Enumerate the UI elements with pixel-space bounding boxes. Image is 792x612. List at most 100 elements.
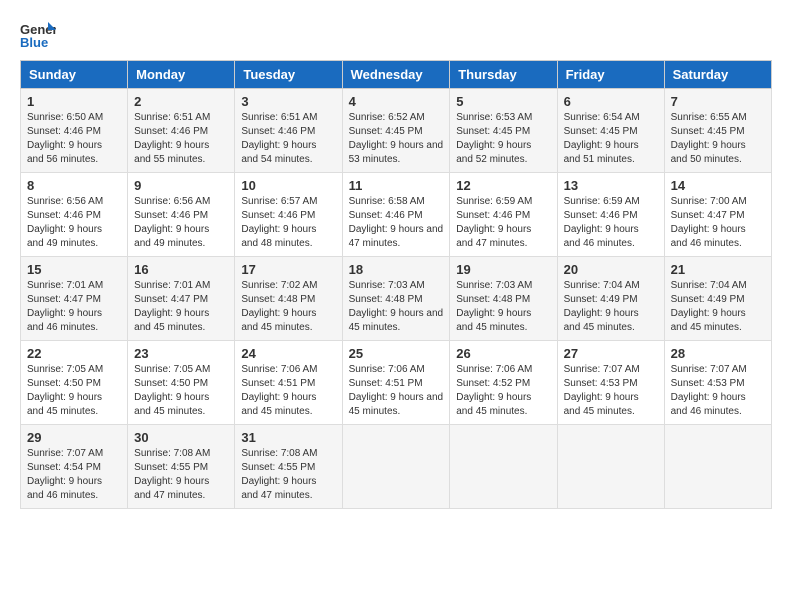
- day-info: Sunrise: 7:03 AMSunset: 4:48 PMDaylight:…: [456, 279, 550, 335]
- day-number: 5: [456, 94, 550, 109]
- calendar-week-row: 22Sunrise: 7:05 AMSunset: 4:50 PMDayligh…: [21, 341, 772, 425]
- logo-icon: General Blue: [20, 20, 56, 50]
- day-info: Sunrise: 7:04 AMSunset: 4:49 PMDaylight:…: [564, 279, 658, 335]
- calendar-weekday-header: Monday: [128, 61, 235, 89]
- day-info: Sunrise: 7:06 AMSunset: 4:51 PMDaylight:…: [349, 363, 444, 419]
- day-number: 13: [564, 178, 658, 193]
- day-number: 16: [134, 262, 228, 277]
- calendar-day-cell: 10 Sunrise: 6:57 AMSunset: 4:46 PMDayligh…: [235, 173, 342, 257]
- day-info: Sunrise: 6:51 AMSunset: 4:46 PMDaylight:…: [134, 111, 228, 167]
- calendar-weekday-header: Wednesday: [342, 61, 450, 89]
- calendar-day-cell: [664, 425, 771, 509]
- calendar-day-cell: 20 Sunrise: 7:04 AMSunset: 4:49 PMDayligh…: [557, 257, 664, 341]
- calendar-day-cell: 26 Sunrise: 7:06 AMSunset: 4:52 PMDayligh…: [450, 341, 557, 425]
- calendar-body: 1 Sunrise: 6:50 AMSunset: 4:46 PMDaylight…: [21, 89, 772, 509]
- calendar-day-cell: 16 Sunrise: 7:01 AMSunset: 4:47 PMDayligh…: [128, 257, 235, 341]
- day-info: Sunrise: 6:52 AMSunset: 4:45 PMDaylight:…: [349, 111, 444, 167]
- day-number: 8: [27, 178, 121, 193]
- day-info: Sunrise: 7:04 AMSunset: 4:49 PMDaylight:…: [671, 279, 765, 335]
- calendar-day-cell: 28Sunrise: 7:07 AMSunset: 4:53 PMDayligh…: [664, 341, 771, 425]
- calendar-day-cell: 27 Sunrise: 7:07 AMSunset: 4:53 PMDayligh…: [557, 341, 664, 425]
- day-number: 31: [241, 430, 335, 445]
- calendar-week-row: 15 Sunrise: 7:01 AMSunset: 4:47 PMDayligh…: [21, 257, 772, 341]
- day-number: 1: [27, 94, 121, 109]
- day-info: Sunrise: 6:54 AMSunset: 4:45 PMDaylight:…: [564, 111, 658, 167]
- page-header: General Blue: [20, 20, 772, 50]
- day-info: Sunrise: 6:59 AMSunset: 4:46 PMDaylight:…: [456, 195, 550, 251]
- day-number: 25: [349, 346, 444, 361]
- day-info: Sunrise: 6:51 AMSunset: 4:46 PMDaylight:…: [241, 111, 335, 167]
- day-info: Sunrise: 6:50 AMSunset: 4:46 PMDaylight:…: [27, 111, 121, 167]
- calendar-day-cell: 8 Sunrise: 6:56 AMSunset: 4:46 PMDaylight…: [21, 173, 128, 257]
- day-info: Sunrise: 7:08 AMSunset: 4:55 PMDaylight:…: [241, 447, 335, 503]
- day-number: 27: [564, 346, 658, 361]
- day-number: 2: [134, 94, 228, 109]
- day-number: 9: [134, 178, 228, 193]
- day-info: Sunrise: 7:03 AMSunset: 4:48 PMDaylight:…: [349, 279, 444, 335]
- day-number: 23: [134, 346, 228, 361]
- calendar-day-cell: [450, 425, 557, 509]
- day-number: 20: [564, 262, 658, 277]
- calendar-weekday-header: Friday: [557, 61, 664, 89]
- day-number: 30: [134, 430, 228, 445]
- day-number: 12: [456, 178, 550, 193]
- day-number: 14: [671, 178, 765, 193]
- svg-text:Blue: Blue: [20, 35, 48, 50]
- calendar-day-cell: 21 Sunrise: 7:04 AMSunset: 4:49 PMDayligh…: [664, 257, 771, 341]
- day-number: 17: [241, 262, 335, 277]
- day-number: 18: [349, 262, 444, 277]
- calendar-weekday-header: Tuesday: [235, 61, 342, 89]
- calendar-weekday-header: Sunday: [21, 61, 128, 89]
- calendar-day-cell: 30Sunrise: 7:08 AMSunset: 4:55 PMDayligh…: [128, 425, 235, 509]
- calendar-day-cell: 13 Sunrise: 6:59 AMSunset: 4:46 PMDayligh…: [557, 173, 664, 257]
- day-number: 26: [456, 346, 550, 361]
- calendar-week-row: 1 Sunrise: 6:50 AMSunset: 4:46 PMDaylight…: [21, 89, 772, 173]
- day-number: 15: [27, 262, 121, 277]
- calendar-day-cell: 12 Sunrise: 6:59 AMSunset: 4:46 PMDayligh…: [450, 173, 557, 257]
- calendar-day-cell: 4 Sunrise: 6:52 AMSunset: 4:45 PMDaylight…: [342, 89, 450, 173]
- day-info: Sunrise: 7:07 AMSunset: 4:53 PMDaylight:…: [564, 363, 658, 419]
- day-number: 29: [27, 430, 121, 445]
- calendar-day-cell: 6 Sunrise: 6:54 AMSunset: 4:45 PMDaylight…: [557, 89, 664, 173]
- day-info: Sunrise: 7:06 AMSunset: 4:51 PMDaylight:…: [241, 363, 335, 419]
- day-number: 11: [349, 178, 444, 193]
- calendar-day-cell: 29 Sunrise: 7:07 AMSunset: 4:54 PMDayligh…: [21, 425, 128, 509]
- calendar-day-cell: 2 Sunrise: 6:51 AMSunset: 4:46 PMDaylight…: [128, 89, 235, 173]
- calendar-day-cell: [557, 425, 664, 509]
- day-info: Sunrise: 6:56 AMSunset: 4:46 PMDaylight:…: [134, 195, 228, 251]
- day-info: Sunrise: 6:59 AMSunset: 4:46 PMDaylight:…: [564, 195, 658, 251]
- day-number: 19: [456, 262, 550, 277]
- calendar-day-cell: 23Sunrise: 7:05 AMSunset: 4:50 PMDayligh…: [128, 341, 235, 425]
- calendar-day-cell: 17Sunrise: 7:02 AMSunset: 4:48 PMDayligh…: [235, 257, 342, 341]
- calendar-day-cell: 14 Sunrise: 7:00 AMSunset: 4:47 PMDayligh…: [664, 173, 771, 257]
- calendar-header-row: SundayMondayTuesdayWednesdayThursdayFrid…: [21, 61, 772, 89]
- day-info: Sunrise: 7:01 AMSunset: 4:47 PMDaylight:…: [134, 279, 228, 335]
- day-number: 10: [241, 178, 335, 193]
- day-number: 21: [671, 262, 765, 277]
- calendar-day-cell: 22Sunrise: 7:05 AMSunset: 4:50 PMDayligh…: [21, 341, 128, 425]
- calendar-day-cell: 5Sunrise: 6:53 AMSunset: 4:45 PMDaylight…: [450, 89, 557, 173]
- day-number: 4: [349, 94, 444, 109]
- calendar-week-row: 8 Sunrise: 6:56 AMSunset: 4:46 PMDaylight…: [21, 173, 772, 257]
- calendar-day-cell: 15 Sunrise: 7:01 AMSunset: 4:47 PMDayligh…: [21, 257, 128, 341]
- day-info: Sunrise: 6:56 AMSunset: 4:46 PMDaylight:…: [27, 195, 121, 251]
- day-info: Sunrise: 7:06 AMSunset: 4:52 PMDaylight:…: [456, 363, 550, 419]
- day-number: 7: [671, 94, 765, 109]
- calendar-day-cell: 18 Sunrise: 7:03 AMSunset: 4:48 PMDayligh…: [342, 257, 450, 341]
- day-info: Sunrise: 6:57 AMSunset: 4:46 PMDaylight:…: [241, 195, 335, 251]
- day-info: Sunrise: 7:01 AMSunset: 4:47 PMDaylight:…: [27, 279, 121, 335]
- day-info: Sunrise: 6:55 AMSunset: 4:45 PMDaylight:…: [671, 111, 765, 167]
- day-number: 22: [27, 346, 121, 361]
- calendar-weekday-header: Thursday: [450, 61, 557, 89]
- calendar-day-cell: [342, 425, 450, 509]
- day-info: Sunrise: 7:00 AMSunset: 4:47 PMDaylight:…: [671, 195, 765, 251]
- day-info: Sunrise: 6:58 AMSunset: 4:46 PMDaylight:…: [349, 195, 444, 251]
- calendar-day-cell: 19 Sunrise: 7:03 AMSunset: 4:48 PMDayligh…: [450, 257, 557, 341]
- day-info: Sunrise: 7:07 AMSunset: 4:54 PMDaylight:…: [27, 447, 121, 503]
- day-number: 3: [241, 94, 335, 109]
- calendar-day-cell: 9 Sunrise: 6:56 AMSunset: 4:46 PMDaylight…: [128, 173, 235, 257]
- calendar-day-cell: 24Sunrise: 7:06 AMSunset: 4:51 PMDayligh…: [235, 341, 342, 425]
- calendar-day-cell: 7 Sunrise: 6:55 AMSunset: 4:45 PMDaylight…: [664, 89, 771, 173]
- calendar-day-cell: 25 Sunrise: 7:06 AMSunset: 4:51 PMDayligh…: [342, 341, 450, 425]
- day-number: 6: [564, 94, 658, 109]
